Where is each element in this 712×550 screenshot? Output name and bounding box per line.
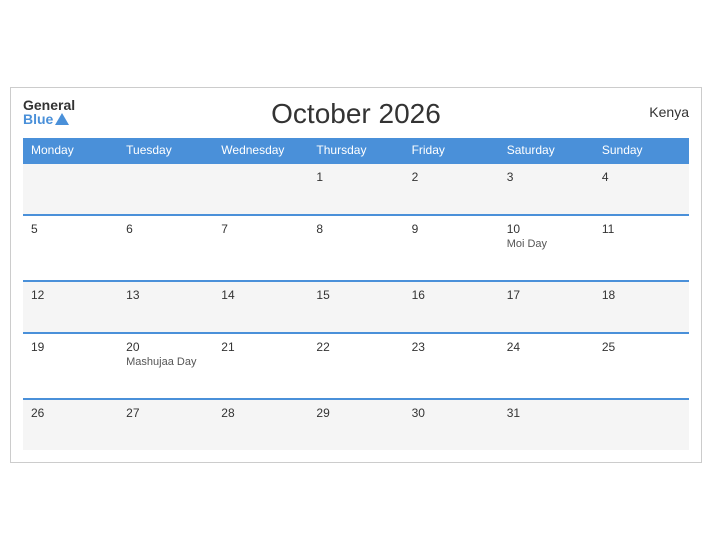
day-number: 3 (507, 170, 586, 184)
calendar-cell (594, 399, 689, 450)
week-row-5: 26 27 28 29 30 31 (23, 399, 689, 450)
calendar-cell: 13 (118, 281, 213, 333)
weekday-header-thursday: Thursday (308, 138, 403, 163)
country-label: Kenya (649, 104, 689, 120)
day-number: 6 (126, 222, 205, 236)
holiday-name: Mashujaa Day (126, 356, 205, 368)
weekday-header-tuesday: Tuesday (118, 138, 213, 163)
logo-triangle-icon (55, 113, 69, 125)
logo-blue-text: Blue (23, 112, 75, 126)
day-number: 17 (507, 288, 586, 302)
weekday-header-row: MondayTuesdayWednesdayThursdayFridaySatu… (23, 138, 689, 163)
calendar-grid: MondayTuesdayWednesdayThursdayFridaySatu… (23, 138, 689, 450)
calendar-cell: 4 (594, 163, 689, 215)
day-number: 14 (221, 288, 300, 302)
calendar-cell: 25 (594, 333, 689, 399)
calendar-cell: 18 (594, 281, 689, 333)
calendar-cell: 1 (308, 163, 403, 215)
calendar-cell: 30 (404, 399, 499, 450)
day-number: 18 (602, 288, 681, 302)
day-number: 25 (602, 340, 681, 354)
calendar-cell: 12 (23, 281, 118, 333)
calendar-cell: 16 (404, 281, 499, 333)
day-number: 28 (221, 406, 300, 420)
calendar-header: General Blue October 2026 Kenya (23, 98, 689, 130)
calendar-cell: 20 Mashujaa Day (118, 333, 213, 399)
calendar-cell: 24 (499, 333, 594, 399)
calendar-cell (23, 163, 118, 215)
calendar-cell: 9 (404, 215, 499, 281)
weekday-header-sunday: Sunday (594, 138, 689, 163)
calendar-cell: 22 (308, 333, 403, 399)
day-number: 23 (412, 340, 491, 354)
day-number: 4 (602, 170, 681, 184)
weekday-header-wednesday: Wednesday (213, 138, 308, 163)
calendar-cell (213, 163, 308, 215)
calendar-cell: 26 (23, 399, 118, 450)
day-number: 9 (412, 222, 491, 236)
day-number: 21 (221, 340, 300, 354)
calendar-cell: 5 (23, 215, 118, 281)
day-number: 2 (412, 170, 491, 184)
day-number: 12 (31, 288, 110, 302)
weekday-header-saturday: Saturday (499, 138, 594, 163)
day-number: 26 (31, 406, 110, 420)
week-row-3: 12 13 14 15 16 17 18 (23, 281, 689, 333)
day-number: 24 (507, 340, 586, 354)
calendar-cell: 21 (213, 333, 308, 399)
day-number: 11 (602, 222, 681, 236)
day-number: 31 (507, 406, 586, 420)
day-number: 22 (316, 340, 395, 354)
calendar-cell: 10 Moi Day (499, 215, 594, 281)
day-number: 20 (126, 340, 205, 354)
calendar-cell: 15 (308, 281, 403, 333)
day-number: 16 (412, 288, 491, 302)
calendar-container: General Blue October 2026 Kenya MondayTu… (10, 87, 702, 463)
calendar-cell: 28 (213, 399, 308, 450)
calendar-cell: 19 (23, 333, 118, 399)
calendar-cell: 3 (499, 163, 594, 215)
calendar-cell: 6 (118, 215, 213, 281)
day-number: 15 (316, 288, 395, 302)
calendar-cell: 14 (213, 281, 308, 333)
day-number: 1 (316, 170, 395, 184)
calendar-cell: 7 (213, 215, 308, 281)
holiday-name: Moi Day (507, 238, 586, 250)
day-number: 29 (316, 406, 395, 420)
logo-general-text: General (23, 98, 75, 112)
weekday-header-monday: Monday (23, 138, 118, 163)
calendar-cell: 29 (308, 399, 403, 450)
calendar-cell: 27 (118, 399, 213, 450)
day-number: 7 (221, 222, 300, 236)
weekday-header-friday: Friday (404, 138, 499, 163)
day-number: 10 (507, 222, 586, 236)
day-number: 30 (412, 406, 491, 420)
calendar-cell: 11 (594, 215, 689, 281)
week-row-4: 19 20 Mashujaa Day 21 22 23 24 25 (23, 333, 689, 399)
day-number: 5 (31, 222, 110, 236)
calendar-title: October 2026 (271, 98, 441, 130)
calendar-cell: 31 (499, 399, 594, 450)
day-number: 19 (31, 340, 110, 354)
day-number: 13 (126, 288, 205, 302)
calendar-cell (118, 163, 213, 215)
calendar-cell: 8 (308, 215, 403, 281)
calendar-cell: 23 (404, 333, 499, 399)
day-number: 8 (316, 222, 395, 236)
logo: General Blue (23, 98, 75, 126)
week-row-1: 1 2 3 4 (23, 163, 689, 215)
calendar-cell: 2 (404, 163, 499, 215)
week-row-2: 5 6 7 8 9 10 Moi Day 11 (23, 215, 689, 281)
calendar-cell: 17 (499, 281, 594, 333)
day-number: 27 (126, 406, 205, 420)
